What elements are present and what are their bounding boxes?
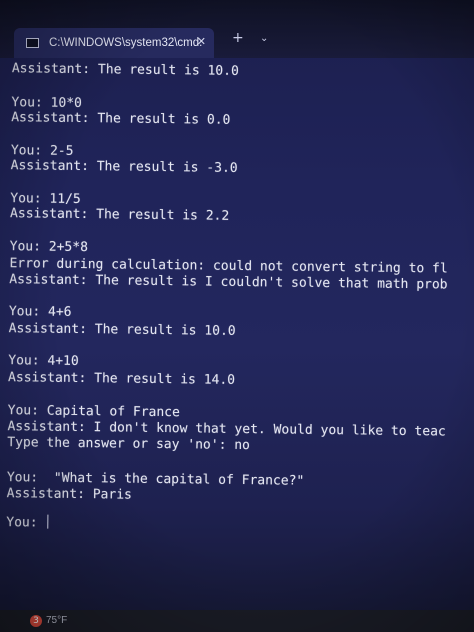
weather-temperature[interactable]: 75°F: [46, 615, 67, 626]
terminal-icon: [26, 38, 39, 48]
terminal-output[interactable]: Assistant: The result is 10.0 You: 10*0 …: [0, 58, 474, 616]
terminal-line: You: 2+5*8: [9, 239, 89, 256]
terminal-line: You: 4+6: [8, 304, 72, 320]
terminal-line: You: 4+10: [8, 353, 79, 369]
terminal-line: Assistant: The result is 0.0: [11, 110, 231, 128]
tab-bar: C:\WINDOWS\system32\cmd. ✕ + ⌄: [0, 0, 474, 58]
terminal-line: Assistant: The result is 10.0: [11, 61, 239, 79]
weather-alert-icon[interactable]: 3: [30, 615, 42, 627]
screen: C:\WINDOWS\system32\cmd. ✕ + ⌄ Assistant…: [0, 0, 474, 632]
new-tab-button[interactable]: +: [232, 30, 244, 46]
tab-cmd[interactable]: C:\WINDOWS\system32\cmd. ✕: [14, 28, 214, 58]
text-cursor: [47, 514, 49, 529]
chevron-down-icon[interactable]: ⌄: [260, 33, 268, 44]
terminal-prompt[interactable]: You:: [6, 514, 49, 532]
terminal-line: Assistant: Paris: [6, 486, 132, 503]
terminal-line: Assistant: The result is 10.0: [8, 321, 236, 339]
terminal-line: Assistant: The result is -3.0: [10, 158, 238, 176]
prompt-label: You:: [6, 515, 46, 531]
tab-title: C:\WINDOWS\system32\cmd.: [49, 37, 203, 49]
terminal-line: Assistant: The result is 2.2: [10, 206, 230, 224]
taskbar: 3 75°F: [0, 610, 474, 632]
terminal-line: Assistant: The result is 14.0: [8, 370, 236, 388]
terminal-line: Type the answer or say 'no': no: [7, 435, 251, 454]
close-icon[interactable]: ✕: [197, 35, 206, 48]
